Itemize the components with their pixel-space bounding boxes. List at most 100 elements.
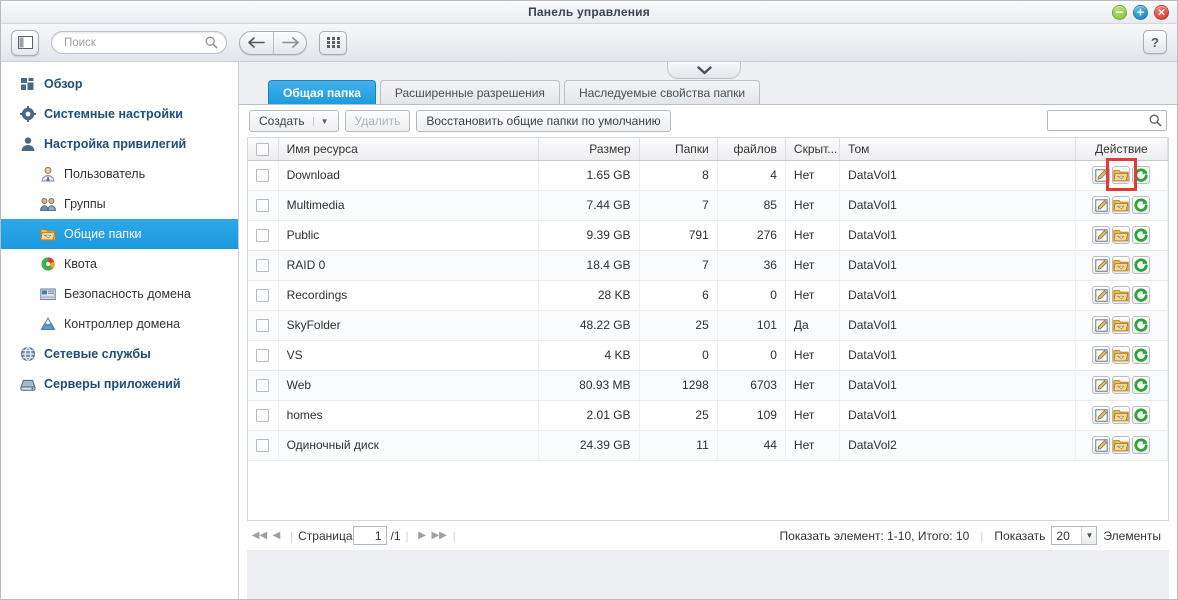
sidebar-item-7[interactable]: Безопасность домена [1, 279, 238, 309]
edit-pencil-icon-button[interactable] [1092, 406, 1111, 424]
edit-pencil-icon-button[interactable] [1092, 376, 1111, 394]
shared-folder-icon-button[interactable] [1112, 346, 1131, 364]
first-page-icon[interactable]: ◀◀ [251, 526, 268, 546]
row-checkbox-cell[interactable] [248, 190, 279, 221]
refresh-restore-icon-button[interactable] [1132, 226, 1151, 244]
edit-pencil-icon-button[interactable] [1092, 316, 1111, 334]
table-row[interactable]: Download 1.65 GB 8 4 Нет DataVol1 [248, 160, 1168, 191]
row-checkbox-cell[interactable] [248, 430, 279, 461]
restore-defaults-button[interactable]: Восстановить общие папки по умолчанию [416, 110, 671, 132]
row-checkbox-cell[interactable] [248, 310, 279, 341]
help-button[interactable]: ? [1143, 30, 1167, 54]
row-checkbox[interactable] [256, 379, 270, 393]
shared-folder-icon-button[interactable] [1112, 256, 1131, 274]
sidebar-item-2[interactable]: Настройка привилегий [1, 129, 238, 159]
row-checkbox[interactable] [256, 319, 270, 333]
tab-2[interactable]: Наследуемые свойства папки [563, 80, 761, 104]
row-checkbox-cell[interactable] [248, 280, 279, 311]
shared-folder-icon-button[interactable] [1112, 226, 1131, 244]
table-header-hidden[interactable]: Скрыт... [785, 138, 841, 161]
row-checkbox-cell[interactable] [248, 220, 279, 251]
refresh-restore-icon-button[interactable] [1132, 256, 1151, 274]
refresh-restore-icon-button[interactable] [1132, 346, 1151, 364]
prev-page-icon[interactable]: ◀ [268, 526, 285, 546]
edit-pencil-icon-button[interactable] [1092, 436, 1111, 454]
delete-button[interactable]: Удалить [344, 110, 411, 132]
table-row[interactable]: homes 2.01 GB 25 109 Нет DataVol1 [248, 400, 1168, 431]
row-checkbox[interactable] [256, 169, 270, 183]
sidebar-item-8[interactable]: Контроллер домена [1, 309, 238, 339]
edit-pencil-icon-button[interactable] [1092, 286, 1111, 304]
shared-folder-icon-button[interactable] [1112, 436, 1131, 454]
row-checkbox-cell[interactable] [248, 370, 279, 401]
next-page-icon[interactable]: ▶ [414, 526, 431, 546]
table-search[interactable] [1047, 110, 1167, 131]
sidebar-item-0[interactable]: Обзор [1, 69, 238, 99]
shared-folder-icon-button[interactable] [1112, 166, 1131, 184]
close-button[interactable]: × [1154, 5, 1169, 20]
page-size-select[interactable]: 20 ▼ [1051, 526, 1098, 545]
shared-folder-icon-button[interactable] [1112, 376, 1131, 394]
refresh-restore-icon-button[interactable] [1132, 196, 1151, 214]
row-checkbox[interactable] [256, 229, 270, 243]
table-header-action[interactable]: Действие [1075, 138, 1168, 161]
shared-folder-icon-button[interactable] [1112, 286, 1131, 304]
table-row[interactable]: RAID 0 18.4 GB 7 36 Нет DataVol1 [248, 250, 1168, 281]
tab-1[interactable]: Расширенные разрешения [379, 80, 560, 104]
row-checkbox-cell[interactable] [248, 400, 279, 431]
refresh-restore-icon-button[interactable] [1132, 406, 1151, 424]
sidebar-item-4[interactable]: Группы [1, 189, 238, 219]
last-page-icon[interactable]: ▶▶ [431, 526, 448, 546]
select-all-checkbox[interactable] [256, 142, 270, 156]
edit-pencil-icon-button[interactable] [1092, 196, 1111, 214]
row-checkbox[interactable] [256, 409, 270, 423]
table-row[interactable]: Одиночный диск 24.39 GB 11 44 Нет DataVol2 [248, 430, 1168, 461]
edit-pencil-icon-button[interactable] [1092, 226, 1111, 244]
table-header-name[interactable]: Имя ресурса [278, 138, 540, 161]
row-checkbox-cell[interactable] [248, 250, 279, 281]
edit-pencil-icon-button[interactable] [1092, 166, 1111, 184]
sidebar-item-1[interactable]: Системные настройки [1, 99, 238, 129]
row-checkbox[interactable] [256, 259, 270, 273]
create-caret-icon[interactable]: ▼ [312, 116, 329, 126]
sidebar-item-9[interactable]: Сетевые службы [1, 339, 238, 369]
row-checkbox[interactable] [256, 199, 270, 213]
panel-layout-icon[interactable] [11, 29, 39, 56]
back-button[interactable] [240, 32, 273, 54]
refresh-restore-icon-button[interactable] [1132, 316, 1151, 334]
row-checkbox-cell[interactable] [248, 160, 279, 191]
collapse-toggle[interactable] [667, 62, 741, 79]
table-header-size[interactable]: Размер [538, 138, 640, 161]
edit-pencil-icon-button[interactable] [1092, 346, 1111, 364]
row-checkbox[interactable] [256, 349, 270, 363]
shared-folder-icon-button[interactable] [1112, 316, 1131, 334]
apps-grid-button[interactable] [319, 30, 347, 55]
minimize-button[interactable]: − [1112, 5, 1127, 20]
table-header-folders[interactable]: Папки [639, 138, 718, 161]
table-header-volume[interactable]: Том [839, 138, 1076, 161]
sidebar-item-6[interactable]: Квота [1, 249, 238, 279]
row-checkbox[interactable] [256, 439, 270, 453]
table-row[interactable]: Public 9.39 GB 791 276 Нет DataVol1 [248, 220, 1168, 251]
table-row[interactable]: SkyFolder 48.22 GB 25 101 Да DataVol1 [248, 310, 1168, 341]
create-button[interactable]: Создать ▼ [249, 110, 339, 132]
chevron-down-icon[interactable]: ▼ [1081, 527, 1097, 544]
table-row[interactable]: Multimedia 7.44 GB 7 85 Нет DataVol1 [248, 190, 1168, 221]
shared-folder-icon-button[interactable] [1112, 406, 1131, 424]
table-row[interactable]: Recordings 28 KB 6 0 Нет DataVol1 [248, 280, 1168, 311]
refresh-restore-icon-button[interactable] [1132, 436, 1151, 454]
sidebar-item-5[interactable]: Общие папки [1, 219, 238, 249]
table-header-files[interactable]: файлов [717, 138, 786, 161]
sidebar-item-10[interactable]: Серверы приложений [1, 369, 238, 399]
search-input[interactable] [52, 36, 226, 49]
refresh-restore-icon-button[interactable] [1132, 286, 1151, 304]
table-row[interactable]: Web 80.93 MB 1298 6703 Нет DataVol1 [248, 370, 1168, 401]
sidebar-item-3[interactable]: Пользователь [1, 159, 238, 189]
refresh-restore-icon-button[interactable] [1132, 376, 1151, 394]
tab-0[interactable]: Общая папка [268, 80, 376, 104]
forward-button[interactable] [273, 31, 306, 54]
shared-folder-icon-button[interactable] [1112, 196, 1131, 214]
table-row[interactable]: VS 4 KB 0 0 Нет DataVol1 [248, 340, 1168, 371]
row-checkbox-cell[interactable] [248, 340, 279, 371]
row-checkbox[interactable] [256, 289, 270, 303]
